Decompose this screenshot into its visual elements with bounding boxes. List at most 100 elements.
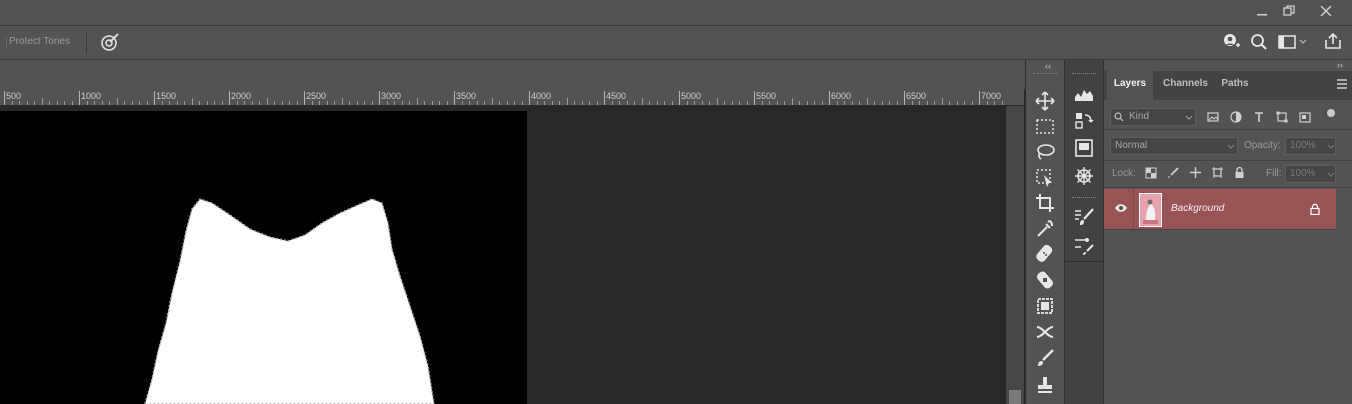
blend-mode-value: Normal bbox=[1115, 140, 1148, 151]
search-button[interactable] bbox=[1250, 33, 1268, 54]
crop-tool[interactable] bbox=[1033, 191, 1057, 215]
collapse-panels-icon[interactable]: ›› bbox=[1337, 60, 1343, 70]
ruler-minor-tick bbox=[356, 101, 358, 105]
workspace-icon bbox=[1278, 35, 1307, 49]
lock-all-icon[interactable] bbox=[1234, 166, 1245, 179]
ruler-minor-tick bbox=[461, 101, 463, 105]
eye-visibility-icon[interactable] bbox=[1114, 203, 1128, 213]
filter-toggle-button[interactable] bbox=[1327, 109, 1335, 117]
ruler-minor-tick bbox=[341, 98, 343, 105]
bandage-icon bbox=[1037, 271, 1053, 289]
ruler-minor-tick bbox=[184, 101, 185, 105]
tab-paths[interactable]: Paths bbox=[1215, 71, 1255, 100]
ruler-minor-tick bbox=[544, 101, 545, 105]
ruler-minor-tick bbox=[964, 101, 965, 105]
ruler-minor-tick bbox=[281, 101, 283, 105]
pixel-filter-icon[interactable] bbox=[1207, 111, 1219, 123]
canvas-area[interactable] bbox=[0, 106, 1006, 404]
chevron-down-icon bbox=[1327, 172, 1335, 177]
move-tool[interactable] bbox=[1033, 89, 1057, 113]
workspace-switcher-button[interactable] bbox=[1278, 34, 1307, 53]
collapse-tools-icon[interactable]: ‹‹ bbox=[1045, 61, 1051, 71]
restore-button[interactable] bbox=[1273, 0, 1305, 22]
panel-menu-button[interactable] bbox=[1336, 79, 1348, 92]
stamp-icon bbox=[1038, 377, 1052, 393]
brush-tool[interactable] bbox=[1033, 346, 1057, 370]
ruler-minor-tick bbox=[176, 101, 178, 105]
histogram-icon bbox=[1075, 90, 1093, 101]
tools-panel: ‹‹ bbox=[1025, 60, 1064, 404]
ruler-label: 7000 bbox=[981, 91, 1002, 101]
ruler-minor-tick bbox=[956, 101, 958, 105]
ruler-major-tick bbox=[79, 91, 80, 105]
opacity-value: 100% bbox=[1290, 140, 1316, 151]
strip-divider bbox=[1065, 261, 1103, 262]
ship-wheel-icon bbox=[1075, 167, 1093, 185]
scrollbar-thumb[interactable] bbox=[1009, 390, 1021, 404]
tools-grip[interactable] bbox=[1033, 73, 1057, 76]
marquee-tool[interactable] bbox=[1033, 114, 1057, 138]
healing-brush-tool[interactable] bbox=[1033, 268, 1057, 292]
layer-name[interactable]: Background bbox=[1171, 203, 1224, 214]
smart-object-filter-icon[interactable] bbox=[1299, 111, 1311, 123]
options-divider bbox=[86, 32, 87, 54]
blend-mode-select[interactable]: Normal bbox=[1110, 137, 1238, 155]
shape-filter-icon[interactable] bbox=[1276, 111, 1288, 123]
layer-row-background[interactable]: Background bbox=[1104, 189, 1336, 229]
ruler-minor-tick bbox=[19, 101, 20, 105]
ruler-minor-tick bbox=[199, 101, 200, 105]
navigator-panel-button[interactable] bbox=[1072, 164, 1096, 188]
lock-transparency-icon[interactable] bbox=[1145, 167, 1157, 179]
ruler-minor-tick bbox=[221, 101, 223, 105]
vertical-scrollbar[interactable] bbox=[1006, 106, 1024, 404]
protect-tones-checkbox[interactable] bbox=[0, 38, 7, 48]
title-bar bbox=[0, 0, 1352, 26]
panel-grip-2[interactable] bbox=[1072, 197, 1096, 200]
spot-healing-tool[interactable] bbox=[1033, 242, 1057, 266]
share-user-button[interactable] bbox=[1221, 32, 1241, 55]
ruler-major-tick bbox=[229, 91, 230, 105]
ruler-minor-tick bbox=[791, 98, 793, 105]
clone-stamp-tool[interactable] bbox=[1033, 373, 1057, 397]
ruler-minor-tick bbox=[431, 101, 433, 105]
document-tab-strip bbox=[0, 60, 1025, 89]
lasso-tool[interactable] bbox=[1033, 140, 1057, 164]
ruler-minor-tick bbox=[296, 101, 298, 105]
document-canvas[interactable] bbox=[0, 111, 527, 404]
share-icon bbox=[1325, 32, 1341, 49]
ruler-minor-tick bbox=[709, 101, 710, 105]
ruler-minor-tick bbox=[581, 101, 583, 105]
histogram-panel-button[interactable] bbox=[1072, 82, 1096, 106]
ruler-minor-tick bbox=[206, 101, 208, 105]
ruler-minor-tick bbox=[364, 101, 365, 105]
panel-grip[interactable] bbox=[1072, 73, 1096, 76]
brush-settings-panel-button[interactable] bbox=[1072, 205, 1096, 229]
history-panel-button[interactable] bbox=[1072, 109, 1096, 133]
adjustments-panel-button[interactable] bbox=[1072, 233, 1096, 257]
layer-thumbnail[interactable] bbox=[1139, 193, 1162, 227]
ruler-minor-tick bbox=[986, 101, 988, 105]
properties-panel-button[interactable] bbox=[1072, 136, 1096, 160]
ruler-label: 4000 bbox=[531, 91, 552, 101]
history-icon bbox=[1075, 113, 1094, 129]
share-export-button[interactable] bbox=[1324, 32, 1342, 53]
eyedropper-tool[interactable] bbox=[1033, 217, 1057, 241]
ruler-corner bbox=[1006, 89, 1024, 105]
object-selection-tool[interactable] bbox=[1033, 166, 1057, 190]
ruler-minor-tick bbox=[949, 101, 950, 105]
tab-channels[interactable]: Channels bbox=[1156, 71, 1215, 100]
patch-tool[interactable] bbox=[1033, 294, 1057, 318]
lock-image-pixels-icon[interactable] bbox=[1167, 167, 1179, 179]
content-aware-move-tool[interactable] bbox=[1033, 320, 1057, 344]
spot-healing-icon bbox=[1036, 244, 1053, 262]
ruler-minor-tick bbox=[694, 101, 695, 105]
lock-artboard-icon[interactable] bbox=[1211, 166, 1224, 179]
close-button[interactable] bbox=[1310, 0, 1342, 22]
target-brush-button[interactable] bbox=[99, 31, 121, 56]
ruler-major-tick bbox=[4, 91, 5, 105]
adjustment-filter-icon[interactable] bbox=[1230, 111, 1242, 123]
lock-position-icon[interactable] bbox=[1189, 166, 1202, 179]
type-filter-icon[interactable] bbox=[1253, 111, 1265, 123]
tab-layers[interactable]: Layers bbox=[1107, 71, 1153, 100]
brush-icon bbox=[1038, 349, 1054, 366]
